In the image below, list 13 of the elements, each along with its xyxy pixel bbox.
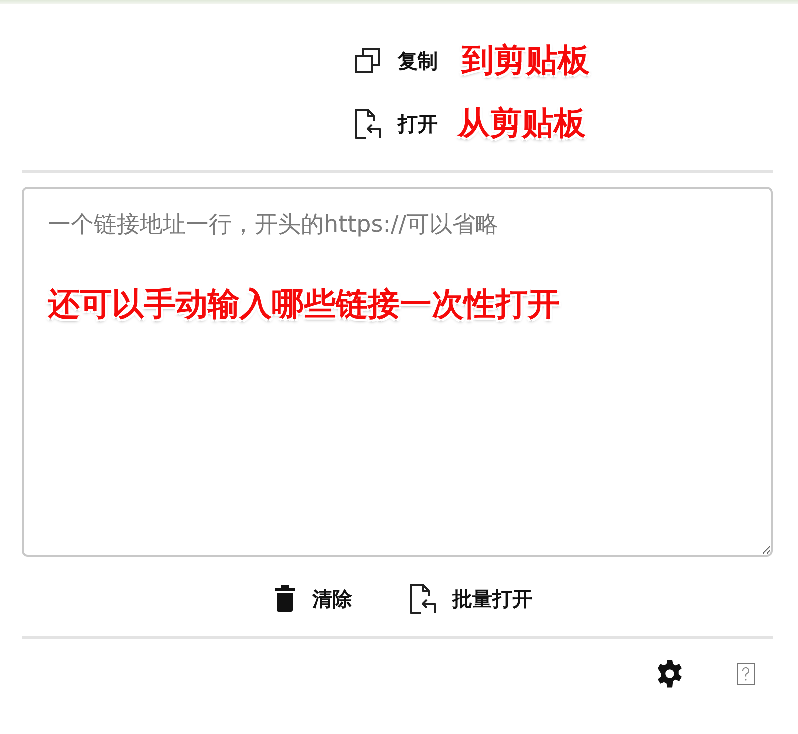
- document-arrow-icon: [408, 583, 436, 615]
- settings-button[interactable]: [655, 659, 685, 689]
- copy-icon: [354, 47, 382, 75]
- clear-button[interactable]: 清除: [272, 581, 352, 617]
- help-button[interactable]: [737, 663, 755, 685]
- document-arrow-icon: [354, 108, 382, 140]
- annotation-text: 到剪贴板: [462, 40, 590, 81]
- open-button[interactable]: 打开: [354, 106, 438, 142]
- annotation-text: 还可以手动输入哪些链接一次性打开: [48, 284, 560, 325]
- open-button[interactable]: 批量打开: [408, 581, 532, 617]
- copy-button[interactable]: 复制: [354, 45, 438, 77]
- annotation-text: 从剪贴板: [458, 103, 586, 144]
- trash-icon: [272, 585, 296, 613]
